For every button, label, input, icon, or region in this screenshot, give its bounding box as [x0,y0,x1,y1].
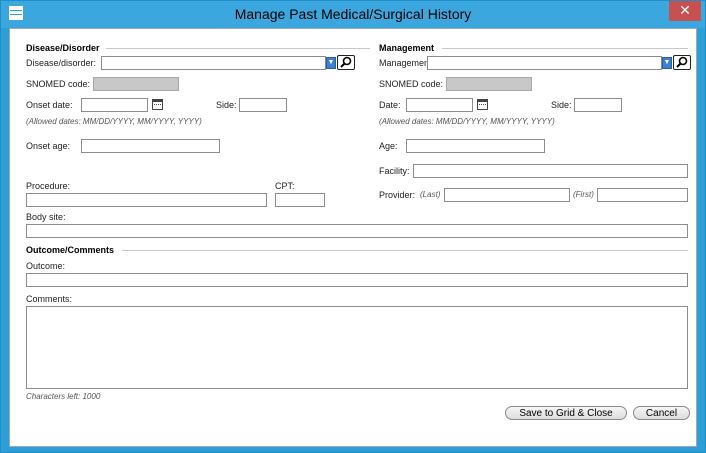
disease-dropdown-arrow[interactable]: ▼ [326,57,336,69]
management-age-input[interactable] [406,139,545,153]
management-dropdown-arrow[interactable]: ▼ [662,57,672,69]
disease-snomed-label: SNOMED code: [26,79,91,89]
outcome-section-heading: Outcome/Comments [26,245,115,255]
outcome-section-divider [122,250,688,251]
outcome-label: Outcome: [26,261,66,271]
management-date-calendar-icon[interactable] [477,99,488,110]
disease-side-label: Side: [216,100,237,110]
provider-label: Provider: [379,190,416,200]
dialog-window: Manage Past Medical/Surgical History ✕ D… [0,0,706,453]
facility-label: Facility: [379,166,410,176]
disease-search-button[interactable] [337,55,355,70]
disease-input[interactable] [101,56,326,70]
onset-date-calendar-icon[interactable] [152,99,163,110]
onset-date-input[interactable] [81,98,148,112]
provider-first-hint: (First) [573,190,594,199]
search-icon [676,56,688,68]
cpt-input[interactable] [275,193,325,207]
disease-section-heading: Disease/Disorder [26,43,100,53]
procedure-label: Procedure: [26,181,71,191]
management-section-divider [442,48,688,49]
facility-input[interactable] [413,164,688,178]
management-age-label: Age: [379,141,398,151]
body-site-input[interactable] [26,224,688,238]
body-site-label: Body site: [26,212,66,222]
onset-age-label: Onset age: [26,141,71,151]
onset-age-input[interactable] [81,139,220,153]
management-snomed-label: SNOMED code: [379,79,444,89]
management-section-heading: Management [379,43,435,53]
characters-left-counter: Characters left: 1000 [26,392,101,401]
save-to-grid-close-button[interactable]: Save to Grid & Close [505,406,627,420]
management-input[interactable] [427,56,662,70]
comments-textarea[interactable] [26,306,688,389]
comments-label: Comments: [26,294,73,304]
management-label: Management: [379,58,435,68]
title-bar[interactable]: Manage Past Medical/Surgical History ✕ [1,1,705,28]
provider-last-hint: (Last) [420,190,441,199]
provider-last-input[interactable] [444,188,570,202]
management-snomed-field [446,77,532,91]
disease-side-input[interactable] [239,98,287,112]
close-button[interactable]: ✕ [669,1,701,21]
procedure-input[interactable] [26,193,267,207]
disease-snomed-field [93,77,179,91]
management-side-input[interactable] [574,98,622,112]
onset-date-label: Onset date: [26,100,73,110]
provider-first-input[interactable] [597,188,688,202]
management-search-button[interactable] [673,55,691,70]
cpt-label: CPT: [275,181,295,191]
outcome-input[interactable] [26,273,688,287]
search-icon [340,56,352,68]
disease-label: Disease/disorder: [26,58,97,68]
management-date-label: Date: [379,100,401,110]
dialog-body: Disease/Disorder Disease/disorder: ▼ SNO… [9,28,697,447]
disease-section-divider [106,48,370,49]
window-title: Manage Past Medical/Surgical History [234,6,472,22]
cancel-button[interactable]: Cancel [633,406,690,420]
management-allowed-dates-hint: (Allowed dates: MM/DD/YYYY, MM/YYYY, YYY… [379,117,555,126]
management-date-input[interactable] [406,98,473,112]
management-side-label: Side: [551,100,572,110]
disease-allowed-dates-hint: (Allowed dates: MM/DD/YYYY, MM/YYYY, YYY… [26,117,202,126]
